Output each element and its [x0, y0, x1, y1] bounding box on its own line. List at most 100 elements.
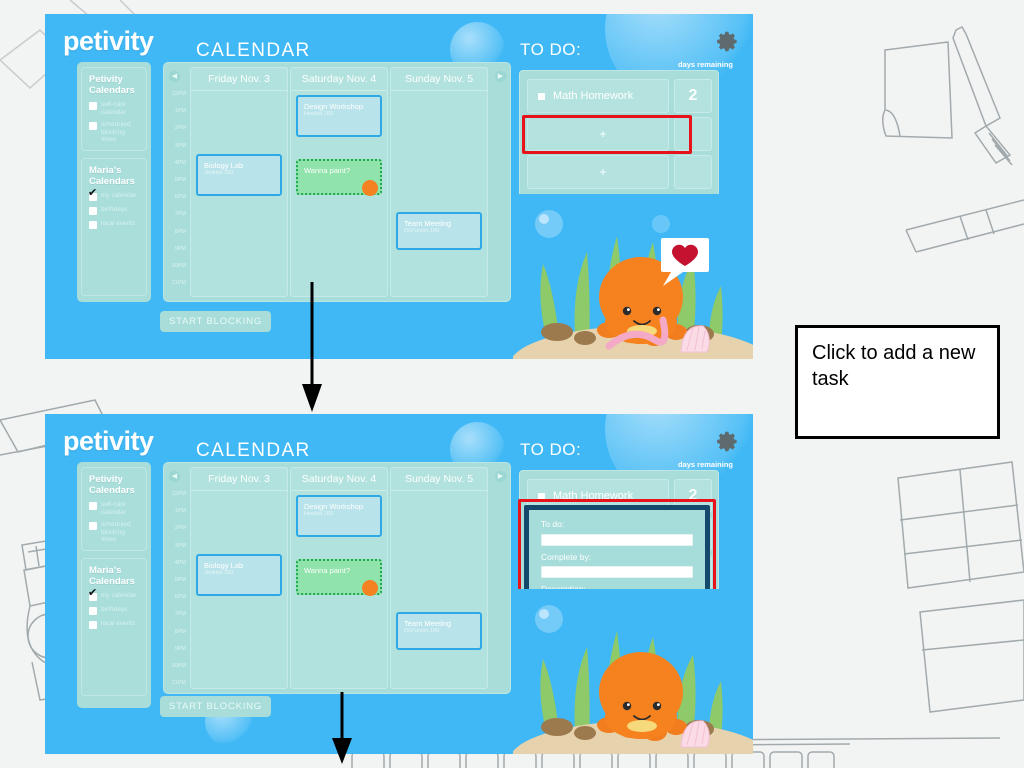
event-location: Old Union 100 — [404, 228, 440, 234]
checkbox-icon[interactable] — [89, 207, 97, 215]
calendar-event-team-meeting[interactable]: Team Meeting Old Union 100 — [396, 612, 482, 650]
calendar-group-maria: Maria's Calendars my calendar birthdays … — [81, 158, 147, 296]
todo-add-row-1[interactable]: + — [527, 117, 669, 151]
time-tick: 8PM — [174, 228, 186, 235]
calendar-checkbox-my-calendar[interactable]: my calendar — [82, 587, 146, 601]
calendar-item-label: my calendar — [101, 592, 137, 599]
day-column-sunday[interactable]: Sunday Nov. 5 Team Meeting Old Union 100 — [390, 467, 488, 689]
event-title: Design Workshop — [304, 102, 364, 111]
checkbox-icon[interactable] — [89, 502, 97, 510]
day-column-saturday[interactable]: Saturday Nov. 4 Design Workshop Hewlett … — [290, 467, 388, 689]
todo-item-label: Math Homework — [553, 490, 634, 502]
brand-logo: petivity — [63, 426, 154, 456]
plus-icon[interactable]: + — [538, 165, 668, 179]
checkbox-icon[interactable] — [89, 221, 97, 229]
event-title: Wanna paint? — [304, 566, 351, 575]
time-tick: 11PM — [172, 280, 186, 287]
todo-days-count-empty — [674, 155, 712, 189]
calendar-event-design-workshop[interactable]: Design Workshop Hewlett 200 — [296, 495, 382, 537]
plus-icon[interactable]: + — [538, 127, 668, 141]
mascot-scene — [513, 194, 753, 359]
event-location: Old Union 100 — [404, 628, 440, 634]
down-arrow-icon-1 — [302, 282, 322, 412]
calendar-checkbox-local-events[interactable]: local events — [82, 615, 146, 629]
app-window-after: petivity CALENDAR Petivity Calendars sel… — [45, 414, 753, 754]
event-location: Hewlett 200 — [304, 511, 334, 517]
calendar-checkbox-blocking-times[interactable]: scheduled blocking times — [82, 116, 146, 144]
time-axis: 12PM 1PM 2PM 3PM 4PM 5PM 6PM 7PM 8PM 9PM… — [168, 91, 188, 297]
mascot-mini-icon — [362, 180, 378, 196]
calendar-event-wanna-paint[interactable]: Wanna paint? — [296, 159, 382, 196]
calendar-group-title: Petivity Calendars — [89, 474, 135, 496]
calendars-sidebar: Petivity Calendars self-care calendar sc… — [77, 62, 151, 302]
time-tick: 5PM — [174, 176, 186, 183]
event-title: Team Meeting — [404, 219, 452, 228]
time-tick: 7PM — [174, 611, 186, 618]
annotation-callout: Click to add a new task — [795, 325, 1000, 439]
time-tick: 6PM — [174, 194, 186, 201]
event-location: Jenkins 250 — [204, 170, 234, 176]
todo-input[interactable] — [541, 533, 693, 546]
calendar-event-biology-lab[interactable]: Biology Lab Jenkins 250 — [196, 154, 282, 196]
calendar-checkbox-my-calendar[interactable]: my calendar — [82, 187, 146, 201]
day-column-friday[interactable]: Friday Nov. 3 Biology Lab Jenkins 250 — [190, 67, 288, 297]
calendar-event-design-workshop[interactable]: Design Workshop Hewlett 200 — [296, 95, 382, 137]
time-tick: 3PM — [174, 142, 186, 149]
app-window-before: petivity CALENDAR Petivity Calendars sel… — [45, 14, 753, 359]
checkbox-icon[interactable] — [538, 92, 545, 100]
time-tick: 11PM — [172, 680, 186, 687]
calendar-group-petivity: Petivity Calendars self-care calendar sc… — [81, 67, 147, 151]
day-header: Friday Nov. 3 — [191, 468, 287, 491]
chevron-right-icon[interactable]: ▶ — [495, 471, 506, 482]
brand-logo: petivity — [63, 26, 154, 56]
gear-icon[interactable] — [710, 424, 740, 454]
checkbox-icon[interactable] — [89, 122, 97, 130]
chevron-right-icon[interactable]: ▶ — [495, 71, 506, 82]
page-title: CALENDAR — [196, 440, 311, 461]
chevron-left-icon[interactable]: ◀ — [169, 471, 180, 482]
checkbox-icon[interactable] — [89, 621, 97, 629]
event-location: Jenkins 250 — [204, 570, 234, 576]
day-header: Sunday Nov. 5 — [391, 68, 487, 91]
day-column-saturday[interactable]: Saturday Nov. 4 Design Workshop Hewlett … — [290, 67, 388, 297]
calendar-item-label: scheduled blocking times — [101, 521, 131, 543]
todo-heading: TO DO: — [520, 440, 582, 459]
start-blocking-button[interactable]: START BLOCKING — [160, 696, 272, 717]
checkbox-checked-icon[interactable] — [88, 188, 97, 201]
calendar-event-wanna-paint[interactable]: Wanna paint? — [296, 559, 382, 596]
gear-icon[interactable] — [710, 24, 740, 54]
time-tick: 12PM — [171, 491, 186, 497]
calendar-checkbox-blocking-times[interactable]: scheduled blocking times — [82, 516, 146, 544]
calendar-checkbox-self-care[interactable]: self-care calendar — [82, 496, 146, 516]
time-tick: 4PM — [174, 559, 186, 566]
todo-item-label: Math Homework — [553, 90, 634, 102]
calendar-event-biology-lab[interactable]: Biology Lab Jenkins 250 — [196, 554, 282, 596]
calendar-item-label: my calendar — [101, 192, 137, 199]
day-column-friday[interactable]: Friday Nov. 3 Biology Lab Jenkins 250 — [190, 467, 288, 689]
calendar-checkbox-local-events[interactable]: local events — [82, 215, 146, 229]
calendar-checkbox-birthdays[interactable]: birthdays — [82, 201, 146, 215]
calendar-group-title: Petivity Calendars — [89, 74, 135, 96]
time-tick: 1PM — [174, 108, 186, 115]
calendar-group-petivity: Petivity Calendars self-care calendar sc… — [81, 467, 147, 551]
checkbox-checked-icon[interactable] — [88, 588, 97, 601]
checkbox-icon[interactable] — [89, 607, 97, 615]
chevron-left-icon[interactable]: ◀ — [169, 71, 180, 82]
todo-item-math-homework[interactable]: Math Homework — [527, 79, 669, 113]
day-header: Friday Nov. 3 — [191, 68, 287, 91]
complete-by-input[interactable] — [541, 566, 693, 578]
calendar-group-maria: Maria's Calendars my calendar birthdays … — [81, 558, 147, 696]
calendar-group-title: Maria's Calendars — [89, 165, 135, 187]
todo-add-row-2[interactable]: + — [527, 155, 669, 189]
day-column-sunday[interactable]: Sunday Nov. 5 Team Meeting Old Union 100 — [390, 67, 488, 297]
calendar-grid: ◀ ▶ 12PM 1PM 2PM 3PM 4PM 5PM 6PM 7PM 8PM… — [163, 62, 511, 302]
start-blocking-button[interactable]: START BLOCKING — [160, 311, 272, 332]
time-tick: 6PM — [174, 594, 186, 601]
checkbox-icon[interactable] — [89, 522, 97, 530]
calendar-event-team-meeting[interactable]: Team Meeting Old Union 100 — [396, 212, 482, 250]
calendar-item-label: birthdays — [101, 206, 128, 213]
checkbox-icon[interactable] — [89, 102, 97, 110]
calendar-checkbox-self-care[interactable]: self-care calendar — [82, 96, 146, 116]
calendar-checkbox-birthdays[interactable]: birthdays — [82, 601, 146, 615]
checkbox-icon[interactable] — [538, 492, 545, 500]
